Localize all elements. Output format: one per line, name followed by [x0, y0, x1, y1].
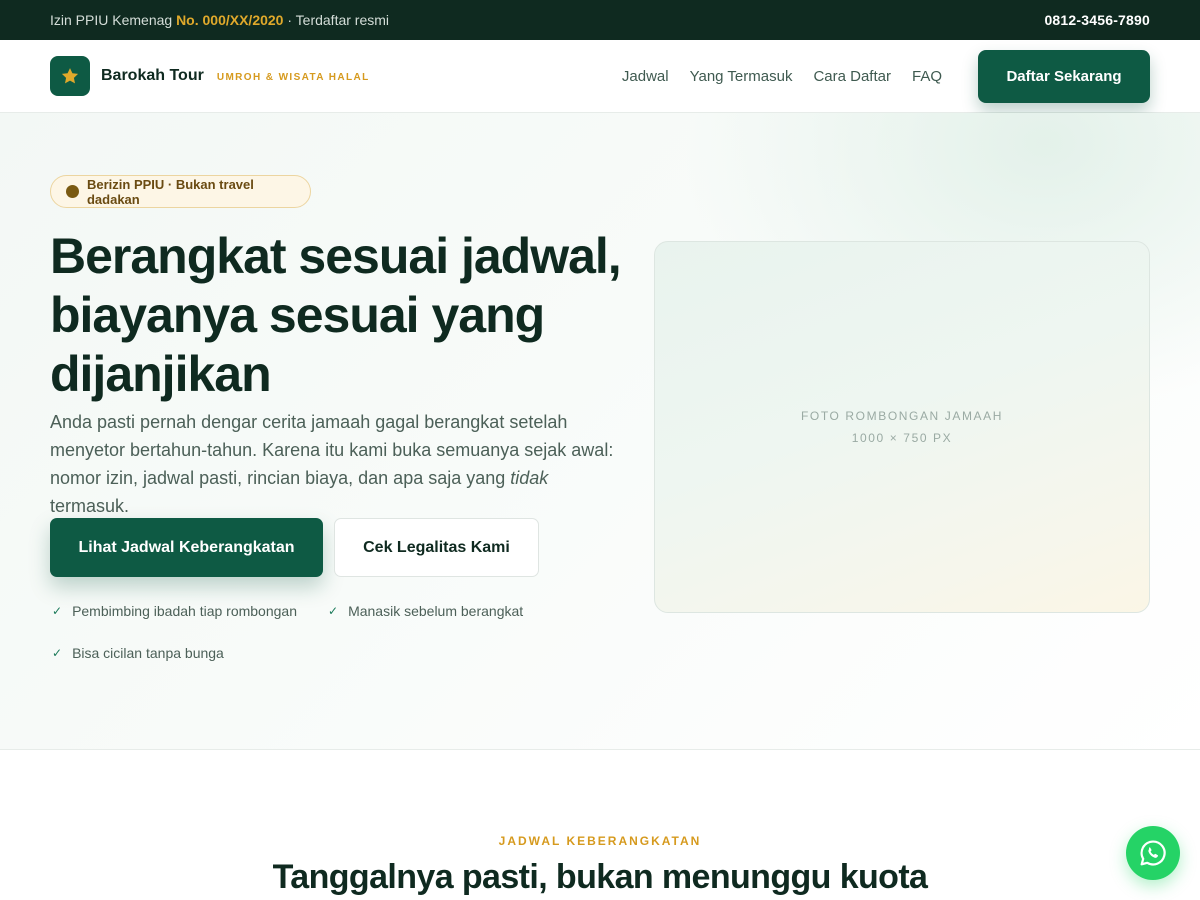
- whatsapp-icon: [1140, 840, 1166, 866]
- hero-desc-end: termasuk.: [50, 496, 130, 516]
- hero-description: Anda pasti pernah dengar cerita jamaah g…: [50, 408, 625, 520]
- check-icon: ✓: [52, 646, 63, 660]
- perk-label: Pembimbing ibadah tiap rombongan: [72, 603, 297, 619]
- perk-item: ✓ Bisa cicilan tanpa bunga: [52, 645, 224, 661]
- hero-title: Berangkat sesuai jadwal, biayanya sesuai…: [50, 228, 622, 402]
- nav-link-cara-daftar[interactable]: Cara Daftar: [813, 68, 891, 85]
- check-icon: ✓: [328, 604, 339, 618]
- register-button[interactable]: Daftar Sekarang: [978, 49, 1150, 103]
- license-suffix: · Terdaftar resmi: [287, 12, 390, 28]
- schedule-eyebrow: JADWAL KEBERANGKATAN: [498, 834, 702, 848]
- hero-section: Berizin PPIU · Bukan travel dadakan Bera…: [0, 113, 1200, 750]
- license-number: No. 000/XX/2020: [176, 12, 284, 28]
- perk-label: Manasik sebelum berangkat: [348, 603, 524, 619]
- perk-label: Bisa cicilan tanpa bunga: [72, 645, 224, 661]
- whatsapp-button[interactable]: [1126, 826, 1180, 880]
- schedule-title: Tanggalnya pasti, bukan menunggu kuota: [272, 858, 928, 896]
- license-badge: Berizin PPIU · Bukan travel dadakan: [50, 175, 311, 208]
- check-legality-button[interactable]: Cek Legalitas Kami: [334, 518, 539, 577]
- perk-item: ✓ Pembimbing ibadah tiap rombongan: [52, 603, 297, 619]
- photo-caption: FOTO ROMBONGAN JAMAAH: [800, 409, 1004, 423]
- perk-item: ✓ Manasik sebelum berangkat: [328, 603, 523, 619]
- announcement-bar: Izin PPIU Kemenag No. 000/XX/2020 · Terd…: [0, 0, 1200, 40]
- license-prefix: Izin PPIU Kemenag: [50, 12, 173, 28]
- group-photo-placeholder: FOTO ROMBONGAN JAMAAH 1000 × 750 PX: [654, 241, 1150, 613]
- check-icon: ✓: [52, 604, 63, 618]
- brand-tagline: UMROH & WISATA HALAL: [216, 72, 370, 83]
- nav-link-faq[interactable]: FAQ: [912, 68, 942, 85]
- nav-link-yang-termasuk[interactable]: Yang Termasuk: [690, 68, 793, 85]
- star-icon: [61, 68, 79, 84]
- badge-label: Berizin PPIU · Bukan travel dadakan: [86, 176, 254, 207]
- license-info: Izin PPIU Kemenag No. 000/XX/2020 · Terd…: [50, 12, 389, 28]
- brand-logo: [50, 56, 90, 96]
- view-schedule-button[interactable]: Lihat Jadwal Keberangkatan: [50, 518, 323, 577]
- nav-link-jadwal[interactable]: Jadwal: [622, 68, 669, 85]
- navbar: Barokah Tour UMROH & WISATA HALAL Jadwal…: [0, 40, 1200, 113]
- nav-menu: Jadwal Yang Termasuk Cara Daftar FAQ Daf…: [622, 49, 1150, 103]
- hero-desc-emphasis: tidak: [510, 468, 549, 488]
- phone-link[interactable]: 0812-3456-7890: [1044, 12, 1150, 28]
- brand-name: Barokah Tour: [101, 67, 204, 84]
- dot-icon: [66, 185, 79, 198]
- brand[interactable]: Barokah Tour UMROH & WISATA HALAL: [50, 56, 370, 96]
- photo-size: 1000 × 750 PX: [851, 431, 953, 445]
